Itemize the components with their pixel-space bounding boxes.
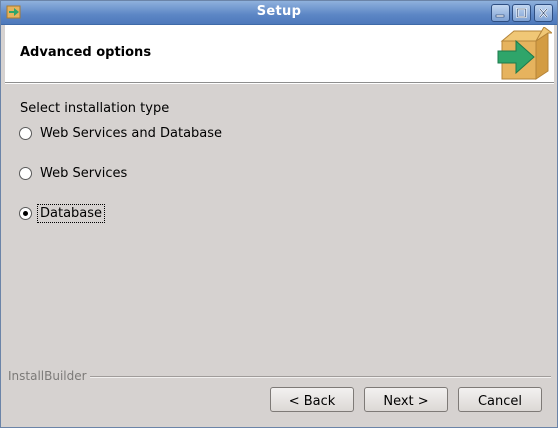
installer-box-icon [497,27,552,80]
close-button[interactable] [534,4,553,22]
back-button[interactable]: < Back [270,387,354,412]
radio-button-selected[interactable] [19,206,32,220]
installation-type-label: Select installation type [20,101,170,116]
radio-database[interactable]: Database [19,203,106,223]
title-bar[interactable]: Setup [1,1,557,25]
setup-window: Setup Advanced options Select installati… [0,0,558,428]
maximize-button[interactable] [512,4,531,22]
page-title: Advanced options [20,45,152,60]
radio-button[interactable] [19,166,32,180]
radio-label: Web Services [40,165,128,181]
maximize-icon [516,8,527,18]
wizard-header: Advanced options [5,25,554,83]
window-title: Setup [256,4,302,19]
header-divider [5,83,554,84]
radio-label: Web Services and Database [40,125,223,141]
minimize-button[interactable] [491,4,510,22]
radio-button[interactable] [19,126,32,140]
close-icon [539,8,548,18]
minimize-icon [495,14,505,18]
radio-label: Database [36,203,106,223]
installbuilder-brand: InstallBuilder [8,369,87,383]
cancel-button[interactable]: Cancel [458,387,542,412]
footer-divider [90,376,551,378]
next-button[interactable]: Next > [364,387,448,412]
radio-web-services[interactable]: Web Services [19,163,129,183]
radio-web-services-and-database[interactable]: Web Services and Database [19,123,224,143]
